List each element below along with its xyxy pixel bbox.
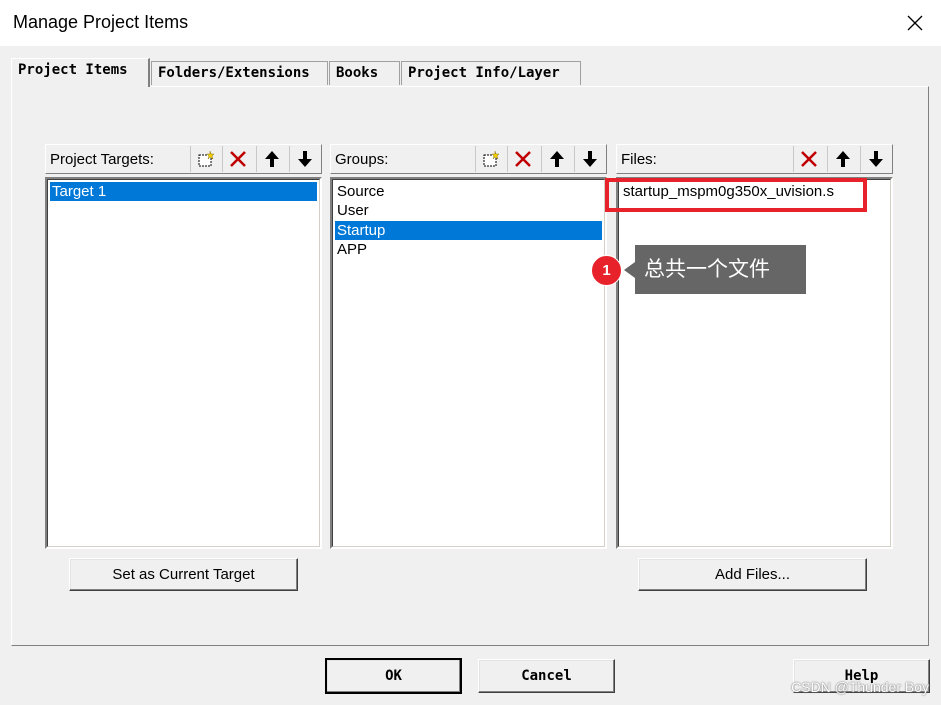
- move-down-icon: [583, 151, 597, 167]
- move-target-up-button[interactable]: [256, 146, 287, 172]
- move-down-icon: [869, 151, 883, 167]
- files-header: Files:: [616, 144, 893, 174]
- list-item-group-user[interactable]: User: [335, 201, 602, 220]
- tab-project-info-layer[interactable]: Project Info/Layer: [401, 61, 581, 85]
- delete-group-button[interactable]: [507, 146, 538, 172]
- targets-label: Project Targets:: [50, 151, 154, 168]
- window-title: Manage Project Items: [13, 12, 189, 32]
- targets-header: Project Targets:: [45, 144, 322, 174]
- add-files-button[interactable]: Add Files...: [638, 558, 867, 591]
- new-target-button[interactable]: [190, 146, 221, 172]
- move-up-icon: [265, 151, 279, 167]
- files-list[interactable]: startup_mspm0g350x_uvision.s: [616, 177, 893, 549]
- annotation-highlight-box: [605, 178, 867, 212]
- delete-icon: [230, 151, 246, 167]
- title-bar: Manage Project Items: [0, 0, 941, 46]
- move-up-icon: [836, 151, 850, 167]
- annotation-callout-text: 总共一个文件: [635, 245, 806, 294]
- list-item-target-1[interactable]: Target 1: [50, 182, 317, 201]
- tab-project-items[interactable]: Project Items: [11, 58, 150, 87]
- groups-header: Groups:: [330, 144, 607, 174]
- move-up-icon: [550, 151, 564, 167]
- set-current-target-button[interactable]: Set as Current Target: [69, 558, 298, 591]
- delete-icon: [801, 151, 817, 167]
- delete-file-button[interactable]: [793, 146, 824, 172]
- targets-list[interactable]: Target 1: [45, 177, 322, 549]
- close-icon: [907, 15, 923, 31]
- delete-target-button[interactable]: [222, 146, 253, 172]
- list-item-group-source[interactable]: Source: [335, 182, 602, 201]
- ok-button[interactable]: OK: [325, 658, 462, 694]
- groups-list[interactable]: Source User Startup APP: [330, 177, 607, 549]
- list-item-group-startup[interactable]: Startup: [335, 221, 602, 240]
- groups-label: Groups:: [335, 151, 389, 168]
- tab-books[interactable]: Books: [329, 61, 400, 85]
- new-icon: [198, 150, 215, 167]
- annotation-badge: 1: [591, 255, 622, 286]
- move-file-down-button[interactable]: [860, 146, 891, 172]
- delete-icon: [515, 151, 531, 167]
- new-group-button[interactable]: [475, 146, 506, 172]
- cancel-button[interactable]: Cancel: [478, 659, 615, 693]
- close-button[interactable]: [889, 0, 941, 46]
- move-group-up-button[interactable]: [541, 146, 572, 172]
- move-group-down-button[interactable]: [574, 146, 605, 172]
- new-icon: [483, 150, 500, 167]
- move-file-up-button[interactable]: [827, 146, 858, 172]
- move-target-down-button[interactable]: [289, 146, 320, 172]
- watermark: CSDN @Thunder Boy: [791, 679, 929, 695]
- move-down-icon: [298, 151, 312, 167]
- files-label: Files:: [621, 151, 657, 168]
- tab-folders-extensions[interactable]: Folders/Extensions: [151, 61, 328, 85]
- list-item-group-app[interactable]: APP: [335, 240, 602, 259]
